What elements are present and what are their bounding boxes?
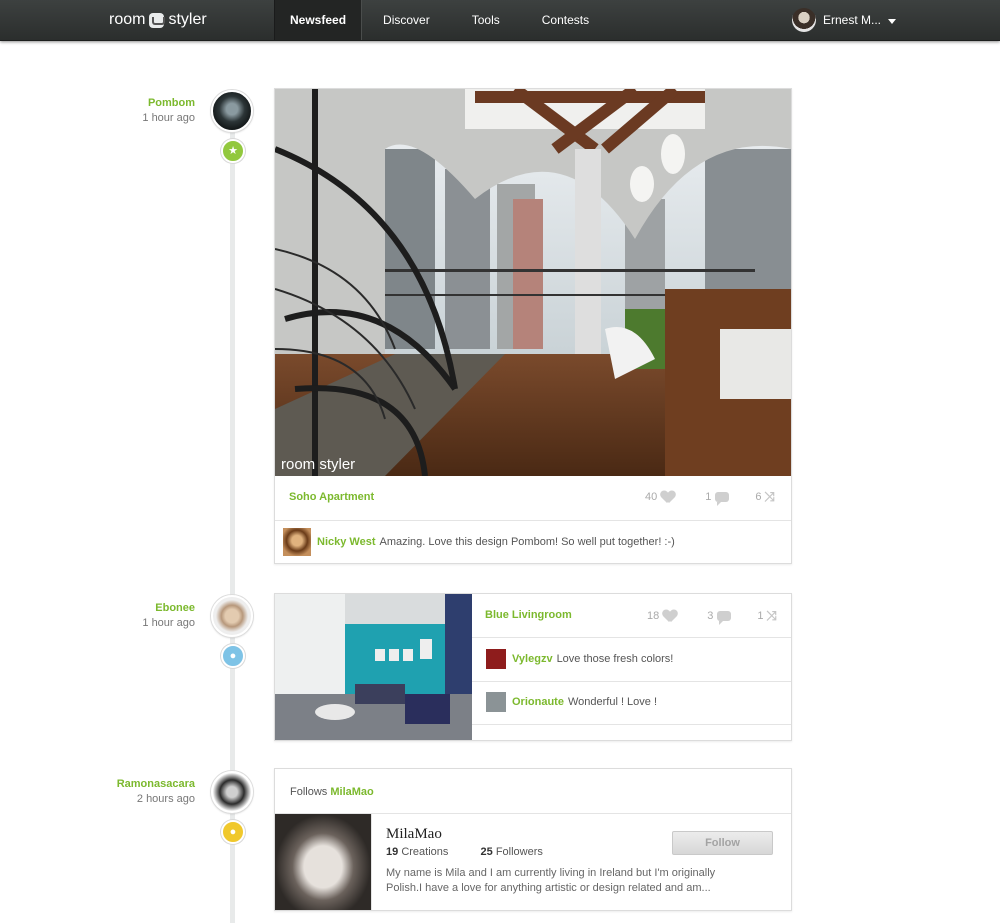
feed-item-meta: Ebonee 1 hour ago: [0, 602, 195, 629]
design-title-link[interactable]: Blue Livingroom: [485, 609, 572, 621]
like-count: 40: [645, 491, 658, 503]
nav-contests[interactable]: Contests: [521, 0, 610, 40]
logo-word-room: room: [109, 11, 146, 28]
commenter-avatar[interactable]: [283, 528, 311, 556]
divider: [472, 681, 791, 682]
divider: [275, 520, 791, 521]
creations-count: 19: [386, 846, 399, 858]
nav-tools[interactable]: Tools: [451, 0, 521, 40]
profile-name[interactable]: MilaMao: [386, 826, 442, 843]
timestamp: 1 hour ago: [142, 617, 195, 629]
followers-count: 25: [480, 846, 493, 858]
commenter-avatar[interactable]: [486, 649, 506, 669]
star-icon: ★: [221, 139, 245, 163]
design-image[interactable]: room styler: [275, 89, 791, 476]
nav-discover[interactable]: Discover: [362, 0, 451, 40]
comment-icon: ●: [221, 644, 245, 668]
logo-word-styler: styler: [168, 11, 207, 28]
commenter-name-link[interactable]: Nicky West: [317, 536, 376, 548]
author-avatar[interactable]: [211, 595, 253, 637]
commenter-name-link[interactable]: Vylegzv: [512, 653, 553, 665]
comment-button[interactable]: 1: [705, 491, 730, 506]
followed-user-link[interactable]: MilaMao: [330, 786, 373, 798]
comment-icon: [715, 492, 730, 506]
like-count: 18: [647, 610, 660, 622]
follow-card: Follows MilaMao MilaMao 19 Creations 25 …: [274, 768, 792, 911]
follows-line: Follows MilaMao: [290, 786, 374, 798]
design-image[interactable]: [275, 594, 472, 740]
logo-mark-icon: [149, 12, 166, 28]
roomstyler-logo[interactable]: room styler: [109, 9, 207, 31]
author-name-link[interactable]: Ramonasacara: [0, 778, 195, 790]
author-avatar[interactable]: [211, 771, 253, 813]
divider: [472, 724, 791, 725]
comment-button[interactable]: 3: [707, 610, 732, 625]
author-name-link[interactable]: Ebonee: [0, 602, 195, 614]
profile-bio: My name is Mila and I am currently livin…: [386, 866, 715, 896]
creations-label: Creations: [401, 846, 449, 858]
comment-item: Nicky West Amazing. Love this design Pom…: [283, 528, 675, 556]
followers-label: Followers: [495, 846, 543, 858]
shuffle-icon: ⤨: [764, 489, 775, 504]
comment-icon: [717, 611, 732, 625]
comment-text: Amazing. Love this design Pombom! So wel…: [379, 536, 675, 548]
design-card: Blue Livingroom 18 3 1 ⤨ Vylegzv Love tho…: [274, 593, 792, 741]
remix-button[interactable]: 1 ⤨: [757, 608, 777, 624]
main-nav: Newsfeed Discover Tools Contests: [274, 0, 610, 40]
profile-photo[interactable]: [275, 814, 371, 910]
watermark: room styler: [281, 456, 355, 473]
comment-item: Vylegzv Love those fresh colors!: [486, 649, 673, 669]
comment-count: 1: [705, 491, 712, 503]
divider: [472, 637, 791, 638]
nav-newsfeed[interactable]: Newsfeed: [274, 0, 363, 40]
shuffle-icon: ⤨: [766, 608, 777, 623]
design-card: room styler Soho Apartment 40 1 6 ⤨ Nicky…: [274, 88, 792, 564]
feed-item-meta: Pombom 1 hour ago: [0, 97, 195, 124]
design-title-link[interactable]: Soho Apartment: [289, 491, 374, 503]
feed-item-meta: Ramonasacara 2 hours ago: [0, 778, 195, 805]
user-menu[interactable]: Ernest M...: [792, 8, 897, 32]
remix-count: 6: [755, 491, 762, 503]
top-navigation-bar: room styler Newsfeed Discover Tools Cont…: [0, 0, 1000, 41]
user-icon: ●: [221, 820, 245, 844]
heart-icon: [661, 491, 675, 503]
bio-line: Polish.I have a love for anything artist…: [386, 882, 711, 894]
comment-text: Love those fresh colors!: [556, 653, 674, 665]
timestamp: 2 hours ago: [136, 793, 195, 805]
design-stats: 18 3 1 ⤨: [647, 608, 777, 625]
timestamp: 1 hour ago: [142, 112, 195, 124]
user-avatar: [792, 8, 816, 32]
author-name-link[interactable]: Pombom: [0, 97, 195, 109]
remix-count: 1: [757, 610, 764, 622]
divider: [371, 814, 372, 910]
comment-item: Orionaute Wonderful ! Love !: [486, 692, 657, 712]
remix-button[interactable]: 6 ⤨: [755, 489, 775, 505]
design-stats: 40 1 6 ⤨: [645, 489, 775, 506]
comment-count: 3: [707, 610, 714, 622]
like-button[interactable]: 40: [645, 491, 675, 503]
chevron-down-icon: [888, 18, 897, 24]
commenter-name-link[interactable]: Orionaute: [512, 696, 564, 708]
profile-stats: 19 Creations 25 Followers: [386, 846, 543, 858]
heart-icon: [663, 610, 677, 622]
author-avatar[interactable]: [211, 90, 253, 132]
comment-text: Wonderful ! Love !: [567, 696, 658, 708]
user-name: Ernest M...: [823, 13, 882, 27]
follow-button[interactable]: Follow: [672, 831, 773, 855]
bio-line: My name is Mila and I am currently livin…: [386, 867, 716, 879]
follows-prefix: Follows: [290, 786, 328, 798]
commenter-avatar[interactable]: [486, 692, 506, 712]
like-button[interactable]: 18: [647, 610, 677, 622]
